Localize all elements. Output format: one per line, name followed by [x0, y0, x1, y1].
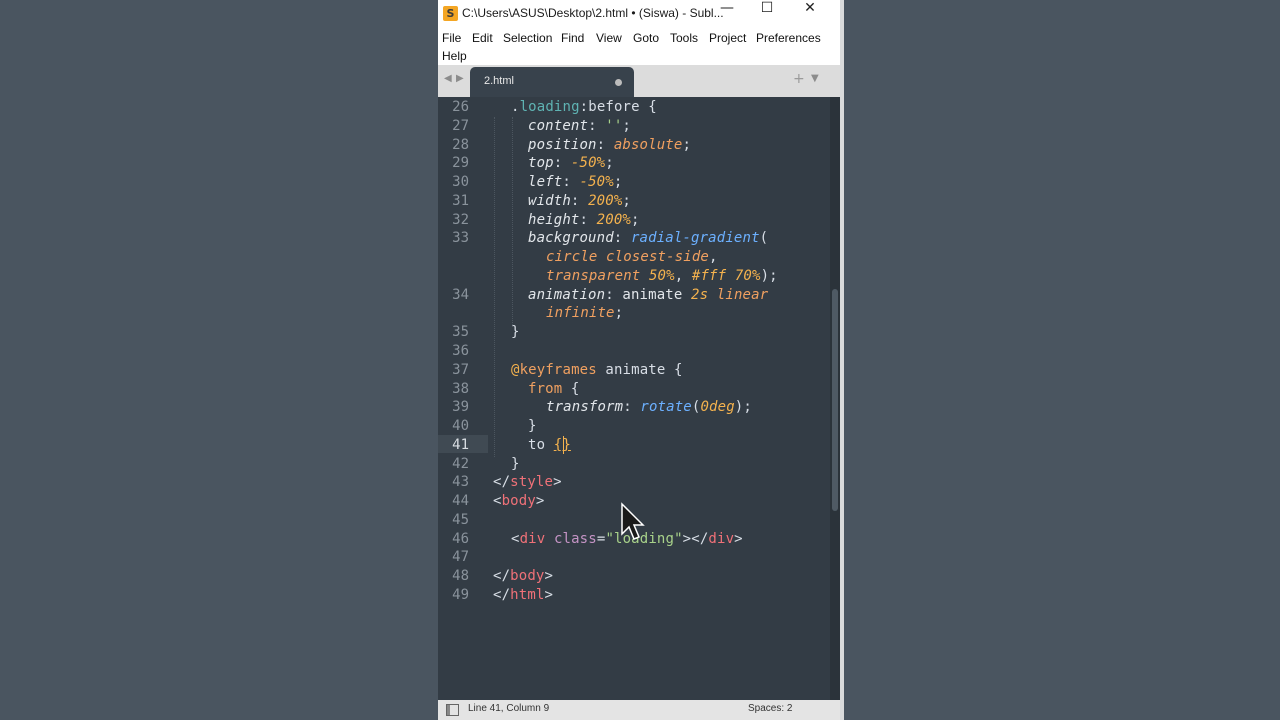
vertical-scrollbar[interactable] — [830, 97, 840, 700]
line-number: 38 — [452, 381, 469, 397]
close-button[interactable]: ✕ — [789, 0, 831, 28]
line-number: 28 — [452, 137, 469, 153]
line-number-current: 41 — [452, 437, 469, 453]
code-line-40: } — [528, 418, 537, 434]
status-bar: Line 41, Column 9 Spaces: 2 — [438, 700, 840, 720]
line-number: 48 — [452, 568, 469, 584]
menu-selection[interactable]: Selection — [503, 31, 552, 45]
line-number: 36 — [452, 343, 469, 359]
text-caret — [563, 436, 564, 454]
sublime-text-icon: S — [443, 6, 458, 21]
line-number: 34 — [452, 287, 469, 303]
menu-project[interactable]: Project — [709, 31, 746, 45]
title-bar[interactable]: S C:\Users\ASUS\Desktop\2.html • (Siswa)… — [438, 0, 840, 28]
tab-back-icon[interactable]: ◀ — [444, 73, 452, 84]
line-number: 44 — [452, 493, 469, 509]
line-number: 32 — [452, 212, 469, 228]
code-line-44: <body> — [493, 493, 545, 509]
code-line-33-wrap-2: transparent 50%, #fff 70%); — [546, 268, 778, 284]
menu-help[interactable]: Help — [442, 49, 467, 63]
code-line-34-wrap: infinite; — [546, 305, 624, 321]
menu-bar: File Edit Selection Find View Goto Tools… — [438, 28, 840, 65]
menu-file[interactable]: File — [442, 31, 461, 45]
code-line-33: background: radial-gradient( — [528, 230, 769, 246]
menu-edit[interactable]: Edit — [472, 31, 493, 45]
line-number: 46 — [452, 531, 469, 547]
scrollbar-thumb[interactable] — [832, 289, 838, 511]
code-line-34: animation: animate 2s linear — [528, 287, 769, 303]
line-number: 30 — [452, 174, 469, 190]
menu-preferences[interactable]: Preferences — [756, 31, 821, 45]
new-tab-icon[interactable]: + — [793, 71, 805, 87]
code-line-35: } — [511, 324, 520, 340]
code-editor[interactable]: 26 27 28 29 30 31 32 33 34 35 36 37 38 3… — [438, 97, 830, 700]
line-number: 43 — [452, 474, 469, 490]
line-number-gutter: 26 27 28 29 30 31 32 33 34 35 36 37 38 3… — [438, 97, 488, 700]
menu-find[interactable]: Find — [561, 31, 584, 45]
tab-label: 2.html — [484, 75, 514, 87]
line-number: 40 — [452, 418, 469, 434]
window-title: C:\Users\ASUS\Desktop\2.html • (Siswa) -… — [462, 6, 724, 20]
line-number: 49 — [452, 587, 469, 603]
code-line-42: } — [511, 456, 520, 472]
line-number: 33 — [452, 230, 469, 246]
line-number: 31 — [452, 193, 469, 209]
line-number: 37 — [452, 362, 469, 378]
indent-guide — [494, 117, 496, 457]
code-line-33-wrap-1: circle closest-side, — [546, 249, 718, 265]
mouse-pointer-icon — [621, 502, 645, 540]
code-line-43: </style> — [493, 474, 562, 490]
line-number: 26 — [452, 99, 469, 115]
code-line-37: @keyframes animate { — [511, 362, 683, 378]
code-line-49: </html> — [493, 587, 554, 603]
window-edge — [840, 0, 844, 720]
code-line-38: from { — [528, 381, 580, 397]
maximize-button[interactable]: ☐ — [746, 0, 788, 28]
line-number: 35 — [452, 324, 469, 340]
code-line-39: transform: rotate(0deg); — [546, 399, 752, 415]
code-line-41: to {} — [528, 437, 571, 453]
sublime-window: S C:\Users\ASUS\Desktop\2.html • (Siswa)… — [438, 0, 840, 720]
line-number: 27 — [452, 118, 469, 134]
indentation-setting[interactable]: Spaces: 2 — [748, 703, 792, 714]
cursor-position: Line 41, Column 9 — [468, 703, 550, 714]
code-line-27: content: ''; — [528, 118, 631, 134]
tab-menu-icon[interactable]: ▼ — [811, 73, 819, 84]
menu-view[interactable]: View — [596, 31, 622, 45]
code-line-48: </body> — [493, 568, 554, 584]
menu-goto[interactable]: Goto — [633, 31, 659, 45]
code-line-32: height: 200%; — [528, 212, 640, 228]
code-line-30: left: -50%; — [528, 174, 623, 190]
unsaved-dot-icon[interactable] — [615, 79, 622, 86]
line-number: 39 — [452, 399, 469, 415]
tab-forward-icon[interactable]: ▶ — [456, 73, 464, 84]
toggle-panel-icon[interactable] — [446, 704, 459, 716]
line-number: 42 — [452, 456, 469, 472]
line-number: 45 — [452, 512, 469, 528]
tab-2-html[interactable]: 2.html — [470, 67, 634, 97]
minimize-button[interactable]: — — [706, 0, 748, 28]
indent-guide — [512, 117, 514, 327]
line-number: 47 — [452, 549, 469, 565]
code-line-29: top: -50%; — [528, 155, 614, 171]
tab-bar: ◀ ▶ 2.html + ▼ — [438, 65, 840, 97]
code-line-28: position: absolute; — [528, 137, 692, 153]
menu-tools[interactable]: Tools — [670, 31, 698, 45]
line-number: 29 — [452, 155, 469, 171]
code-line-31: width: 200%; — [528, 193, 631, 209]
code-line-26: .loading:before { — [511, 99, 657, 115]
